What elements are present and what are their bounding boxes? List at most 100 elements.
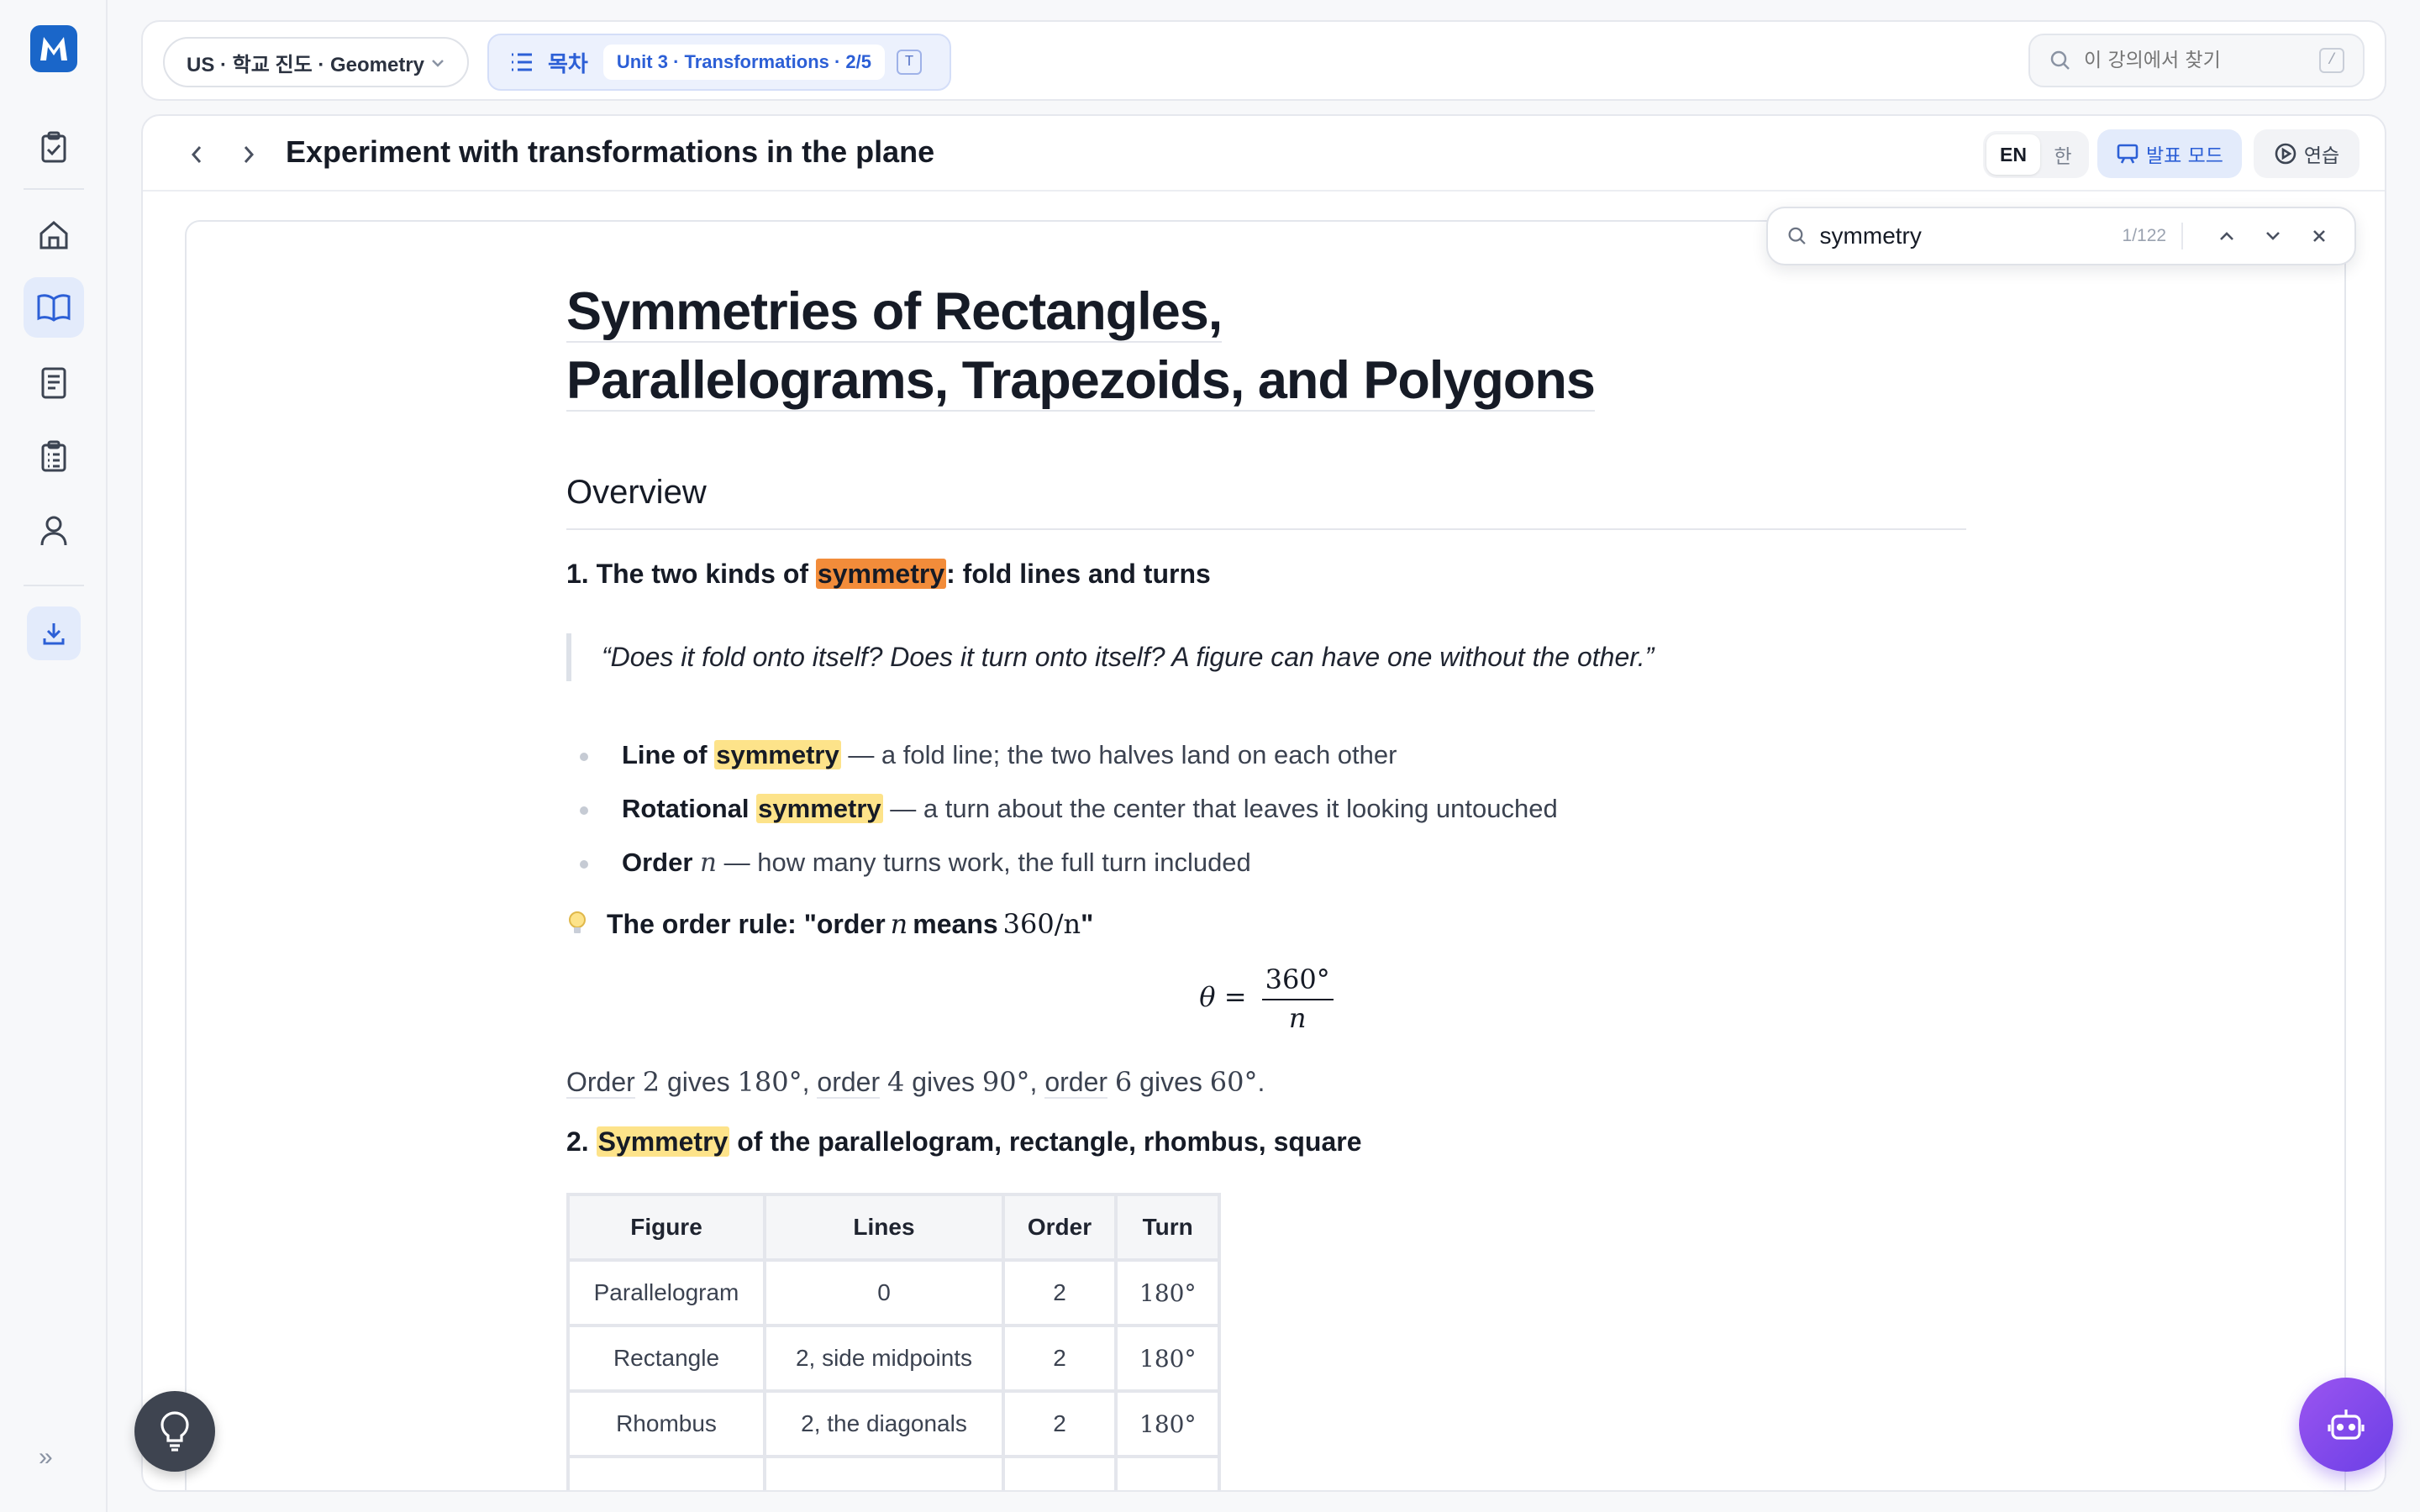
practice-button[interactable]: 연습	[2254, 129, 2360, 178]
term-bold: Line of	[622, 740, 715, 769]
lang-en-button[interactable]: EN	[1986, 134, 2040, 175]
section-1-heading: 1. The two kinds of symmetry: fold lines…	[566, 559, 1966, 590]
course-label: US · 학교 진도 · Geometry	[187, 53, 425, 76]
clipboard-check-icon	[41, 131, 66, 163]
table-cell: 2, the diagonals	[763, 1389, 1005, 1458]
rail-item-assignments[interactable]	[24, 118, 84, 178]
page-title-line-2: Parallelograms, Trapezoids, and Polygons	[566, 351, 1596, 412]
search-match: symmetry	[756, 794, 883, 823]
app-logo[interactable]	[30, 25, 77, 72]
table-cell	[1002, 1455, 1118, 1490]
divider	[2181, 223, 2184, 249]
lesson-search-input[interactable]	[2084, 50, 2311, 71]
table-cell	[566, 1455, 766, 1490]
formula-lhs: θ =	[1199, 980, 1247, 1013]
chevron-up-icon	[2219, 232, 2233, 240]
search-shortcut-key: /	[2319, 48, 2344, 73]
tip-line: The order rule: "order n means 360/n "	[566, 908, 1966, 940]
section-2-heading: 2. Symmetry of the parallelogram, rectan…	[566, 1126, 1966, 1158]
rail-item-notes[interactable]	[24, 353, 84, 413]
toc-unit-badge: Unit 3 · Transformations · 2/5	[602, 45, 886, 80]
next-lesson-button[interactable]	[232, 138, 266, 171]
rail-item-home[interactable]	[24, 205, 84, 265]
term-definition: — a turn about the center that leaves it…	[882, 794, 1558, 823]
search-match: Symmetry	[596, 1126, 730, 1157]
find-close-button[interactable]	[2303, 219, 2336, 253]
orders-sep: .	[1257, 1067, 1265, 1097]
notebook-icon	[41, 367, 66, 399]
formula-fraction: 360° n	[1261, 963, 1334, 1034]
toc-button[interactable]: 목차 Unit 3 · Transformations · 2/5 T	[487, 34, 951, 91]
download-button[interactable]	[27, 606, 81, 660]
chevron-left-icon	[191, 146, 202, 163]
toc-shortcut-key: T	[897, 50, 923, 75]
prev-lesson-button[interactable]	[180, 138, 213, 171]
formula-block: θ = 360° n	[566, 963, 1966, 1044]
table-row: Rectangle 2, side midpoints 2 180°	[566, 1324, 1222, 1393]
page-title-line-1: Symmetries of Rectangles,	[566, 282, 1223, 343]
course-selector[interactable]: US · 학교 진도 · Geometry	[163, 37, 469, 87]
toc-label: 목차	[548, 50, 588, 76]
user-icon	[40, 516, 67, 546]
orders-number: 6	[1114, 1066, 1133, 1098]
play-circle-icon	[2275, 143, 2296, 165]
book-open-icon	[37, 294, 71, 322]
section-1-prefix: 1. The two kinds of	[566, 559, 816, 589]
hint-button[interactable]	[134, 1391, 215, 1472]
table-row: Rhombus 2, the diagonals 2 180°	[566, 1389, 1222, 1458]
table-cell	[763, 1455, 1005, 1490]
rail-expand-button[interactable]: »	[39, 1443, 53, 1472]
tip-text-c: "	[1081, 908, 1094, 939]
table-cell: 2, side midpoints	[763, 1324, 1005, 1393]
rail-divider	[24, 585, 84, 586]
rail-item-lessons[interactable]	[24, 277, 84, 338]
math-variable: n	[890, 908, 908, 940]
lightbulb-icon	[160, 1411, 189, 1452]
orders-gives: gives	[1132, 1067, 1210, 1097]
chevron-down-icon	[2266, 232, 2280, 240]
lesson-title: Experiment with transformations in the p…	[286, 134, 935, 169]
table-cell: Rectangle	[566, 1324, 766, 1393]
checklist-icon	[41, 440, 66, 472]
table-cell: 180°	[1113, 1324, 1222, 1393]
download-icon	[43, 623, 65, 645]
rail-divider	[24, 188, 84, 190]
presentation-mode-button[interactable]: 발표 모드	[2097, 129, 2242, 178]
orders-sep: ,	[1029, 1067, 1045, 1097]
table-cell: 180°	[1113, 1258, 1222, 1327]
orders-degree: 90°	[981, 1066, 1030, 1098]
find-prev-button[interactable]	[2210, 219, 2243, 253]
table-cell: 180°	[1113, 1389, 1222, 1458]
table-cell: 2	[1002, 1324, 1118, 1393]
search-icon	[1788, 227, 1806, 244]
find-input[interactable]	[1819, 223, 2123, 249]
orders-gives: gives	[660, 1067, 738, 1097]
column-header: Figure	[566, 1193, 766, 1262]
math-variable: n	[700, 848, 717, 878]
presentation-mode-label: 발표 모드	[2146, 145, 2223, 167]
symmetry-table: Figure Lines Order Turn Parallelogram 0 …	[566, 1193, 1222, 1490]
formula-denominator: n	[1288, 1002, 1307, 1034]
rail-item-tests[interactable]	[24, 427, 84, 487]
table-cell: 2	[1002, 1389, 1118, 1458]
lang-ko-button[interactable]: 한	[2040, 140, 2086, 169]
robot-icon	[2328, 1410, 2365, 1440]
orders-word: order	[817, 1067, 881, 1099]
quote-block: “Does it fold onto itself? Does it turn …	[566, 633, 1966, 681]
document-body: Symmetries of Rectangles, Parallelograms…	[566, 277, 1966, 1490]
lesson-search[interactable]: /	[2028, 34, 2365, 87]
formula-numerator: 360°	[1261, 963, 1334, 1000]
orders-degree: 60°	[1209, 1066, 1258, 1098]
find-next-button[interactable]	[2256, 219, 2289, 253]
math-expression: 360/n	[1002, 908, 1081, 940]
presentation-icon	[2117, 144, 2139, 164]
table-cell: Parallelogram	[566, 1258, 766, 1327]
search-icon	[2050, 50, 2070, 70]
list-item: Order n — how many turns work, the full …	[566, 836, 1966, 890]
ai-assistant-button[interactable]	[2299, 1378, 2393, 1472]
column-header: Lines	[763, 1193, 1005, 1262]
table-row: Parallelogram 0 2 180°	[566, 1258, 1222, 1327]
term-definition: — a fold line; the two halves land on ea…	[840, 740, 1397, 769]
orders-sentence: Order 2 gives 180°, order 4 gives 90°, o…	[566, 1066, 1966, 1099]
rail-item-profile[interactable]	[24, 501, 84, 561]
